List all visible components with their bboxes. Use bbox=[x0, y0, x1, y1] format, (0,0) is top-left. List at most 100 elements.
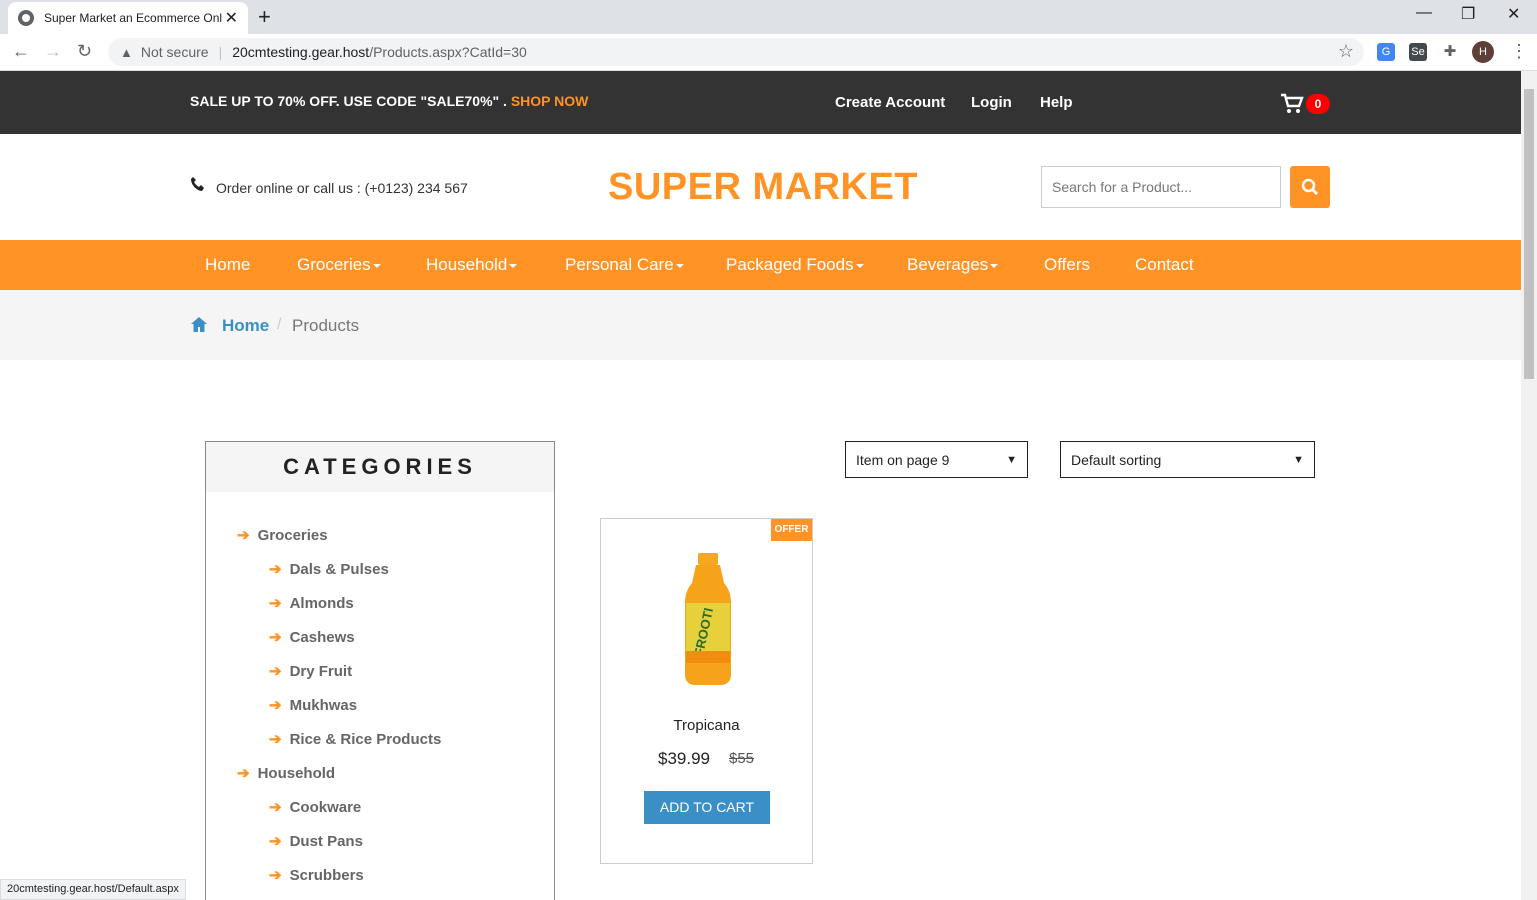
arrow-right-icon: ➔ bbox=[269, 833, 282, 850]
categories-panel: CATEGORIES ➔ Groceries ➔ Dals & Pulses ➔ Al… bbox=[205, 441, 555, 900]
cart-icon[interactable] bbox=[1280, 93, 1304, 121]
tab-title: Super Market an Ecommerce Onl bbox=[44, 11, 222, 25]
category-label: Groceries bbox=[257, 527, 328, 544]
breadcrumb-separator: / bbox=[277, 316, 282, 333]
nav-label: Beverages bbox=[907, 255, 989, 274]
url-host: 20cmtesting.gear.host bbox=[232, 44, 370, 60]
address-bar[interactable]: ▲ Not secure | 20cmtesting.gear.host /Pr… bbox=[108, 38, 1364, 66]
sorting-value: Default sorting bbox=[1071, 451, 1162, 468]
new-tab-button[interactable]: + bbox=[258, 4, 271, 30]
home-icon[interactable] bbox=[190, 316, 208, 338]
nav-offers[interactable]: Offers bbox=[1044, 255, 1090, 275]
sorting-select[interactable]: Default sorting ▼ bbox=[1060, 441, 1315, 478]
shop-now-link[interactable]: SHOP NOW bbox=[511, 93, 589, 109]
caret-down-icon bbox=[990, 263, 999, 268]
cart-count-badge: 0 bbox=[1306, 94, 1330, 114]
category-dust-pans[interactable]: ➔ Dust Pans bbox=[269, 832, 363, 850]
nav-packaged-foods[interactable]: Packaged Foods bbox=[726, 255, 864, 275]
category-label: Cookware bbox=[289, 799, 362, 816]
address-divider: | bbox=[218, 44, 223, 60]
product-name[interactable]: Tropicana bbox=[601, 717, 812, 734]
product-search-input[interactable] bbox=[1041, 166, 1281, 208]
category-dry-fruit[interactable]: ➔ Dry Fruit bbox=[269, 662, 352, 680]
arrow-right-icon: ➔ bbox=[237, 527, 250, 544]
globe-icon bbox=[18, 10, 34, 26]
product-old-price: $55 bbox=[729, 750, 755, 767]
selenium-extension-icon[interactable]: Se bbox=[1409, 43, 1427, 61]
nav-label: Groceries bbox=[297, 255, 371, 274]
page-scrollbar[interactable] bbox=[1521, 71, 1537, 900]
login-link[interactable]: Login bbox=[971, 94, 1012, 111]
nav-groceries[interactable]: Groceries bbox=[297, 255, 381, 275]
category-dals-pulses[interactable]: ➔ Dals & Pulses bbox=[269, 560, 389, 578]
reload-icon[interactable]: ↻ bbox=[77, 41, 92, 62]
nav-label: Packaged Foods bbox=[726, 255, 854, 274]
promo-message: SALE UP TO 70% OFF. USE CODE "SALE70%" . bbox=[190, 93, 507, 109]
category-label: Dals & Pulses bbox=[289, 561, 389, 578]
browser-menu-icon[interactable]: ⋮ bbox=[1510, 41, 1528, 62]
category-scrubbers[interactable]: ➔ Scrubbers bbox=[269, 866, 364, 884]
main-navigation: Home Groceries Household Personal Care P… bbox=[0, 240, 1521, 290]
window-close-icon[interactable]: ✕ bbox=[1507, 4, 1520, 24]
forward-icon[interactable]: → bbox=[44, 41, 62, 62]
nav-label: Home bbox=[205, 255, 251, 274]
site-logo[interactable]: SUPER MARKET bbox=[608, 166, 918, 209]
breadcrumb: Home / Products bbox=[0, 290, 1521, 360]
scrollbar-thumb[interactable] bbox=[1524, 89, 1534, 379]
chevron-down-icon: ▼ bbox=[1006, 453, 1017, 466]
caret-down-icon bbox=[509, 263, 518, 268]
browser-tab[interactable]: Super Market an Ecommerce Onl ✕ bbox=[8, 2, 248, 34]
category-cashews[interactable]: ➔ Cashews bbox=[269, 628, 355, 646]
breadcrumb-current: Products bbox=[292, 316, 360, 335]
category-label: Rice & Rice Products bbox=[289, 731, 442, 748]
nav-beverages[interactable]: Beverages bbox=[907, 255, 999, 275]
security-label: Not secure bbox=[140, 44, 209, 60]
help-link[interactable]: Help bbox=[1040, 94, 1073, 111]
search-icon bbox=[1301, 178, 1318, 195]
contact-phone: Order online or call us : (+0123) 234 56… bbox=[216, 180, 468, 196]
nav-label: Personal Care bbox=[565, 255, 674, 274]
extensions-puzzle-icon[interactable]: ✚ bbox=[1441, 43, 1459, 61]
restore-icon[interactable]: ❐ bbox=[1461, 4, 1475, 24]
category-label: Dry Fruit bbox=[289, 663, 353, 680]
status-url-bar: 20cmtesting.gear.host/Default.aspx bbox=[0, 879, 186, 900]
minimize-icon[interactable]: — bbox=[1416, 4, 1432, 22]
arrow-right-icon: ➔ bbox=[269, 731, 282, 748]
promo-bar: SALE UP TO 70% OFF. USE CODE "SALE70%" .… bbox=[0, 71, 1521, 134]
translate-extension-icon[interactable]: G bbox=[1377, 43, 1395, 61]
nav-label: Offers bbox=[1044, 255, 1090, 274]
add-to-cart-button[interactable]: ADD TO CART bbox=[644, 791, 770, 824]
category-rice-products[interactable]: ➔ Rice & Rice Products bbox=[269, 730, 441, 748]
profile-avatar[interactable]: H bbox=[1472, 41, 1494, 63]
caret-down-icon bbox=[675, 263, 684, 268]
product-image[interactable]: FROOTI bbox=[683, 551, 733, 687]
arrow-right-icon: ➔ bbox=[269, 663, 282, 680]
nav-household[interactable]: Household bbox=[426, 255, 518, 275]
warning-icon: ▲ bbox=[120, 44, 133, 60]
categories-title: CATEGORIES bbox=[206, 442, 554, 492]
category-almonds[interactable]: ➔ Almonds bbox=[269, 594, 354, 612]
nav-label: Household bbox=[426, 255, 508, 274]
create-account-link[interactable]: Create Account bbox=[835, 94, 945, 111]
category-mukhwas[interactable]: ➔ Mukhwas bbox=[269, 696, 357, 714]
nav-personal-care[interactable]: Personal Care bbox=[565, 255, 684, 275]
chevron-down-icon: ▼ bbox=[1293, 453, 1304, 466]
browser-tab-bar: Super Market an Ecommerce Onl ✕ + — ❐ ✕ bbox=[0, 0, 1537, 34]
breadcrumb-home-link[interactable]: Home bbox=[222, 316, 269, 336]
back-icon[interactable]: ← bbox=[12, 41, 30, 62]
arrow-right-icon: ➔ bbox=[269, 697, 282, 714]
close-tab-icon[interactable]: ✕ bbox=[225, 8, 238, 28]
category-household[interactable]: ➔ Household bbox=[237, 764, 335, 782]
nav-contact[interactable]: Contact bbox=[1135, 255, 1194, 275]
arrow-right-icon: ➔ bbox=[269, 799, 282, 816]
product-card[interactable]: OFFER FROOTI Tropicana $39.99 $55 ADD TO… bbox=[600, 518, 813, 864]
category-cookware[interactable]: ➔ Cookware bbox=[269, 798, 361, 816]
category-groceries[interactable]: ➔ Groceries bbox=[237, 526, 328, 544]
search-button[interactable] bbox=[1290, 166, 1330, 208]
product-price: $39.99 bbox=[658, 749, 710, 768]
arrow-right-icon: ➔ bbox=[269, 629, 282, 646]
caret-down-icon bbox=[372, 263, 381, 268]
items-per-page-select[interactable]: Item on page 9 ▼ bbox=[845, 441, 1028, 478]
nav-home[interactable]: Home bbox=[205, 255, 250, 275]
bookmark-star-icon[interactable]: ☆ bbox=[1338, 41, 1354, 62]
